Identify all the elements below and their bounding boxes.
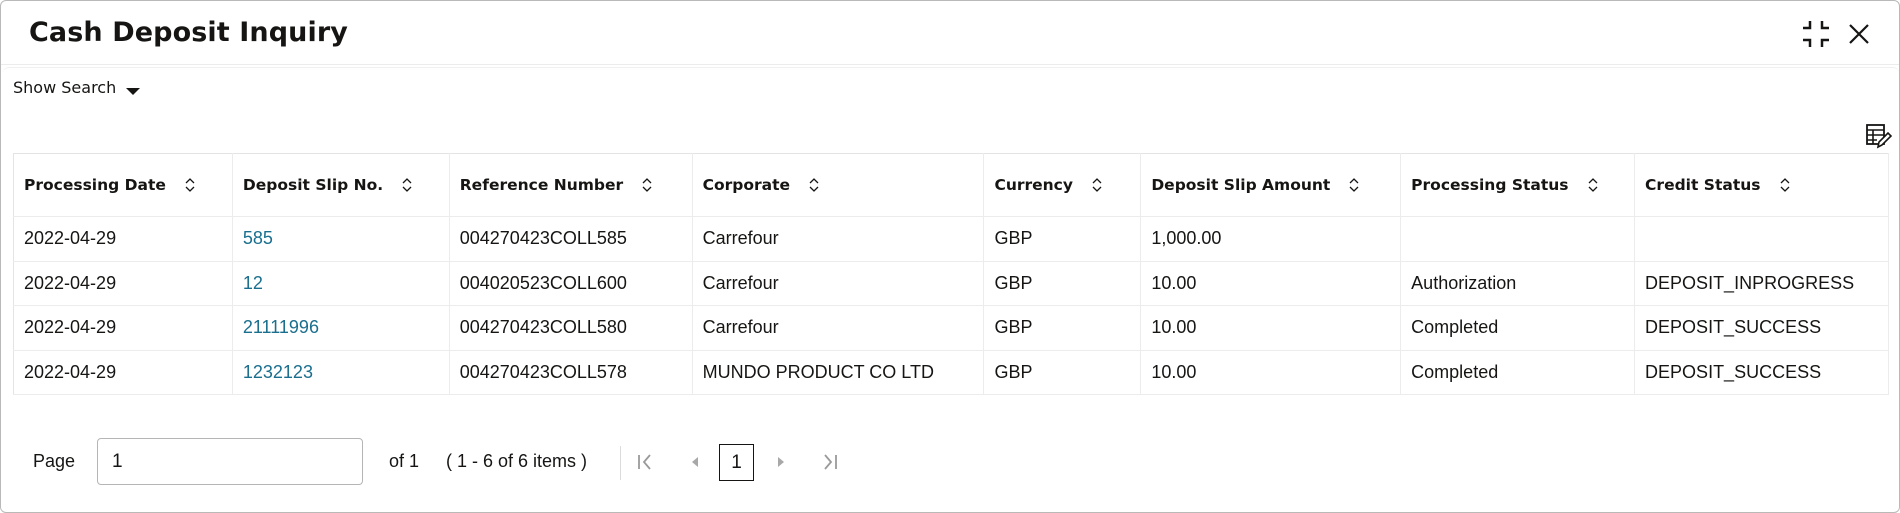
column-header-deposit-slip-amount[interactable]: Deposit Slip Amount xyxy=(1140,153,1402,217)
cell-corporate: MUNDO PRODUCT CO LTD xyxy=(692,350,985,395)
pagination-divider xyxy=(620,446,621,480)
caret-down-icon xyxy=(126,88,141,95)
content-panel: Show Search Processing Date Deposit Slip… xyxy=(3,67,1899,512)
exit-fullscreen-icon xyxy=(1803,21,1829,47)
cell-processing-status xyxy=(1400,216,1636,262)
last-page-button[interactable] xyxy=(818,450,842,474)
cell-reference-number: 004270423COLL578 xyxy=(449,350,693,395)
sort-icon[interactable] xyxy=(808,177,820,193)
table-edit-icon xyxy=(1866,124,1893,149)
sort-icon[interactable] xyxy=(184,177,196,193)
sort-icon[interactable] xyxy=(1779,177,1791,193)
cell-processing-status: Completed xyxy=(1400,350,1636,395)
sort-icon[interactable] xyxy=(1348,177,1360,193)
cell-deposit-slip-no: 12 xyxy=(232,261,450,306)
cell-deposit-slip-no: 1232123 xyxy=(232,350,450,395)
cell-currency: GBP xyxy=(983,261,1142,306)
cell-processing-date: 2022-04-29 xyxy=(13,261,233,306)
cell-amount: 1,000.00 xyxy=(1140,216,1402,262)
dialog-window: Cash Deposit Inquiry Show Search Process… xyxy=(0,0,1900,513)
cell-credit-status: DEPOSIT_SUCCESS xyxy=(1634,305,1889,351)
sort-icon[interactable] xyxy=(1091,177,1103,193)
next-page-icon xyxy=(778,457,784,467)
last-page-icon xyxy=(824,454,837,470)
table-header-row: Processing Date Deposit Slip No. Referen… xyxy=(13,153,1889,217)
cell-credit-status: DEPOSIT_INPROGRESS xyxy=(1634,261,1889,306)
table-row[interactable]: 2022-04-29 21111996 004270423COLL580 Car… xyxy=(13,305,1889,351)
cell-corporate: Carrefour xyxy=(692,261,985,306)
table-row[interactable]: 2022-04-29 12 004020523COLL600 Carrefour… xyxy=(13,261,1889,306)
page-of-label: of 1 xyxy=(389,451,420,471)
deposit-slip-link[interactable]: 21111996 xyxy=(243,317,319,337)
previous-page-icon xyxy=(692,457,698,467)
items-count-label: ( 1 - 6 of 6 items ) xyxy=(446,451,588,471)
column-header-deposit-slip-no[interactable]: Deposit Slip No. xyxy=(232,153,450,217)
column-settings-button[interactable] xyxy=(1865,122,1893,150)
show-search-label: Show Search xyxy=(13,78,117,97)
cell-processing-status: Completed xyxy=(1400,305,1636,351)
column-header-corporate[interactable]: Corporate xyxy=(692,153,985,217)
column-header-reference-number[interactable]: Reference Number xyxy=(449,153,693,217)
table-row[interactable]: 2022-04-29 1232123 004270423COLL578 MUND… xyxy=(13,350,1889,395)
cell-processing-date: 2022-04-29 xyxy=(13,216,233,262)
cell-deposit-slip-no: 585 xyxy=(232,216,450,262)
cell-currency: GBP xyxy=(983,350,1142,395)
cell-credit-status xyxy=(1634,216,1889,262)
first-page-button[interactable] xyxy=(633,450,657,474)
table-row[interactable]: 2022-04-29 585 004270423COLL585 Carrefou… xyxy=(13,216,1889,262)
cell-processing-status: Authorization xyxy=(1400,261,1636,306)
first-page-icon xyxy=(638,454,651,470)
page-number-current[interactable]: 1 xyxy=(719,444,754,481)
title-bar: Cash Deposit Inquiry xyxy=(1,1,1899,65)
cell-corporate: Carrefour xyxy=(692,216,985,262)
cell-deposit-slip-no: 21111996 xyxy=(232,305,450,351)
close-button[interactable] xyxy=(1846,21,1872,47)
cell-amount: 10.00 xyxy=(1140,261,1402,306)
pagination: Page of 1 ( 1 - 6 of 6 items ) 1 xyxy=(3,438,1899,488)
close-icon xyxy=(1849,24,1869,44)
cell-amount: 10.00 xyxy=(1140,305,1402,351)
deposit-table: Processing Date Deposit Slip No. Referen… xyxy=(13,153,1889,395)
sort-icon[interactable] xyxy=(401,177,413,193)
deposit-slip-link[interactable]: 12 xyxy=(243,273,263,293)
cell-processing-date: 2022-04-29 xyxy=(13,305,233,351)
page-input[interactable] xyxy=(97,438,363,485)
cell-credit-status: DEPOSIT_SUCCESS xyxy=(1634,350,1889,395)
previous-page-button[interactable] xyxy=(683,450,707,474)
page-label: Page xyxy=(33,451,76,471)
column-header-currency[interactable]: Currency xyxy=(983,153,1142,217)
column-header-processing-date[interactable]: Processing Date xyxy=(13,153,233,217)
sort-icon[interactable] xyxy=(641,177,653,193)
column-header-credit-status[interactable]: Credit Status xyxy=(1634,153,1889,217)
page-title: Cash Deposit Inquiry xyxy=(29,17,348,48)
next-page-button[interactable] xyxy=(769,450,793,474)
cell-amount: 10.00 xyxy=(1140,350,1402,395)
exit-fullscreen-button[interactable] xyxy=(1801,19,1831,49)
deposit-slip-link[interactable]: 585 xyxy=(243,228,273,248)
sort-icon[interactable] xyxy=(1587,177,1599,193)
cell-currency: GBP xyxy=(983,305,1142,351)
show-search-toggle[interactable]: Show Search xyxy=(13,78,141,97)
column-header-processing-status[interactable]: Processing Status xyxy=(1400,153,1636,217)
cell-reference-number: 004270423COLL580 xyxy=(449,305,693,351)
cell-corporate: Carrefour xyxy=(692,305,985,351)
cell-reference-number: 004270423COLL585 xyxy=(449,216,693,262)
cell-processing-date: 2022-04-29 xyxy=(13,350,233,395)
cell-reference-number: 004020523COLL600 xyxy=(449,261,693,306)
deposit-slip-link[interactable]: 1232123 xyxy=(243,362,313,382)
cell-currency: GBP xyxy=(983,216,1142,262)
